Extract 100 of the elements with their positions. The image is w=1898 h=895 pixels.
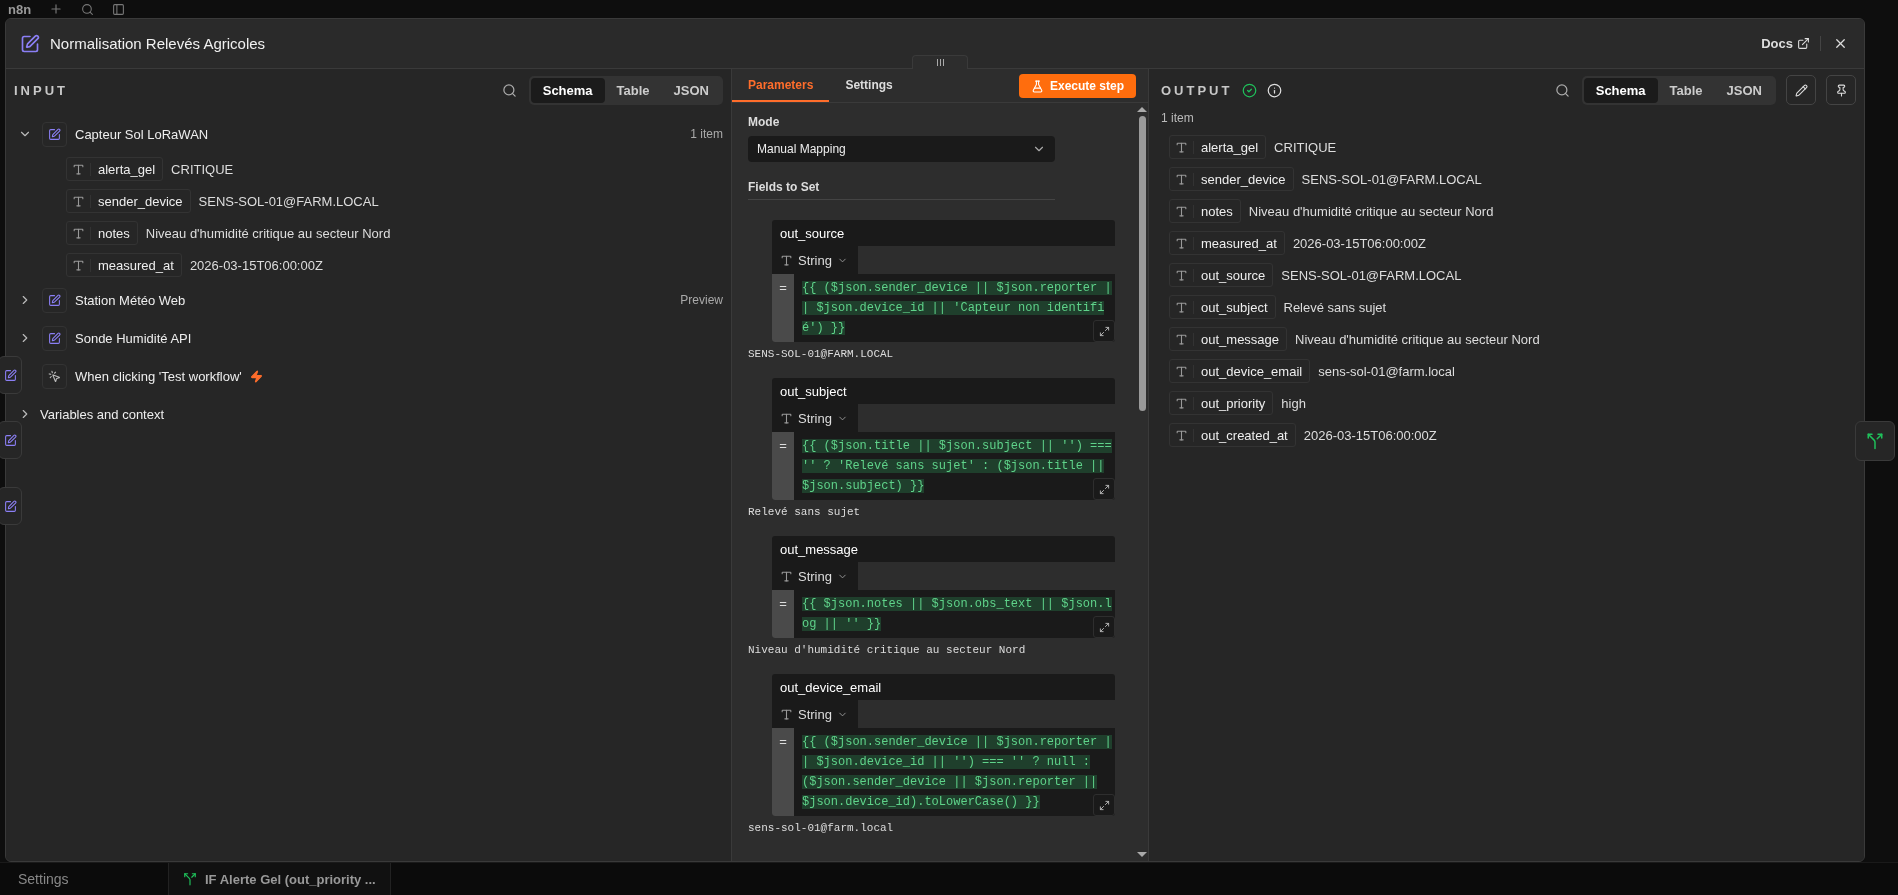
pointer-click-icon [48, 369, 61, 383]
field-name: out_priority [1200, 395, 1267, 411]
view-tab[interactable]: Schema [1583, 77, 1658, 103]
expand-icon [1098, 799, 1110, 811]
tab[interactable]: Settings [829, 69, 909, 102]
field-value: SENS-SOL-01@FARM.LOCAL [1281, 267, 1462, 283]
type-select[interactable]: String [772, 700, 858, 728]
node-button[interactable] [0, 421, 22, 459]
text-type-icon [1175, 204, 1188, 218]
dialog-title: Normalisation Relevés Agricoles [50, 35, 267, 52]
text-type-icon [1175, 172, 1188, 186]
node-name[interactable]: Capteur Sol LoRaWAN [75, 126, 209, 142]
view-tab[interactable]: JSON [661, 77, 721, 103]
field-value: SENS-SOL-01@FARM.LOCAL [1301, 171, 1482, 187]
section-label[interactable]: Variables and context [40, 406, 165, 422]
expression-result: Relevé sans sujet [748, 506, 862, 518]
expression-field[interactable]: = {{ ($json.sender_device || $json.reporter || $json.device_id || 'Capteur non identifié') }} [772, 274, 1115, 342]
expression-field[interactable]: = {{ $json.notes || $json.obs_text || $json.log || '' }} [772, 590, 1115, 638]
field-name: sender_device [97, 193, 184, 209]
expand-button[interactable] [1093, 320, 1115, 342]
name-field[interactable]: out_device_email [772, 674, 1115, 700]
view-tab[interactable]: Table [604, 77, 662, 103]
edit-icon [3, 368, 17, 382]
text-type-icon [780, 707, 793, 721]
edit-icon [3, 433, 17, 447]
panel-label: OUTPUT [1161, 82, 1233, 98]
expand-icon [1098, 325, 1110, 337]
branch-icon [1866, 432, 1884, 450]
expand-button[interactable] [1093, 616, 1115, 638]
type-select[interactable]: String [772, 404, 858, 432]
node-button[interactable] [0, 356, 22, 394]
type-select[interactable]: String [772, 246, 858, 274]
field-value: CRITIQUE [171, 161, 234, 177]
node-name[interactable]: When clicking 'Test workflow' [75, 368, 242, 384]
text-type-icon [780, 411, 793, 425]
name-field[interactable]: out_message [772, 536, 1115, 562]
field-value: CRITIQUE [1274, 139, 1337, 155]
expression-prefix: = [772, 590, 794, 638]
text-type-icon [72, 226, 85, 240]
app-logo[interactable]: n8n [8, 1, 32, 17]
node-name[interactable]: Station Météo Web [75, 292, 186, 308]
view-tab[interactable]: Schema [530, 77, 605, 103]
field-name: sender_device [1200, 171, 1287, 187]
view-tab[interactable]: Table [1657, 77, 1715, 103]
tab[interactable]: Parameters [732, 69, 830, 102]
expression-field[interactable]: = {{ ($json.sender_device || $json.reporter || $json.device_id || '') === '' ? null : ($json.sender_device || $json.reporter || $json.device_id).toLowerCase() }} [772, 728, 1115, 816]
view-tab[interactable]: JSON [1714, 77, 1774, 103]
section-heading: Fields to Set [748, 180, 1055, 200]
edit-button[interactable] [1786, 75, 1816, 105]
branch-icon [183, 872, 197, 886]
info-icon[interactable] [1267, 82, 1283, 98]
docs-link[interactable]: Docs [1761, 36, 1821, 51]
field-value: 2026-03-15T06:00:00Z [189, 257, 323, 273]
panel-icon[interactable] [112, 2, 126, 16]
text-type-icon [1175, 396, 1188, 410]
field-value: high [1281, 395, 1306, 411]
node-name[interactable]: Sonde Humidité API [75, 330, 192, 346]
edit-icon [48, 127, 61, 141]
pencil-icon [1794, 83, 1808, 97]
field-label: Mode [748, 115, 781, 129]
name-field[interactable]: out_subject [772, 378, 1115, 404]
expression-result: sens-sol-01@farm.local [748, 822, 895, 834]
node-button[interactable] [1855, 421, 1895, 461]
expression-field[interactable]: = {{ ($json.title || $json.subject || '') === '' ? 'Relevé sans sujet' : ($json.title || $json.subject) }} [772, 432, 1115, 500]
search-icon[interactable] [81, 2, 95, 16]
field-name: out_created_at [1200, 427, 1289, 443]
field-value: Niveau d'humidité critique au secteur Nord [1248, 203, 1494, 219]
field-name: alerta_gel [97, 161, 157, 177]
search-icon [501, 82, 517, 98]
drag-handle[interactable] [912, 55, 968, 69]
expand-icon [1098, 483, 1110, 495]
field-name: notes [1200, 203, 1234, 219]
expand-icon [1098, 621, 1110, 633]
search-icon [1554, 82, 1570, 98]
expand-button[interactable] [1093, 794, 1115, 816]
text-type-icon [1175, 332, 1188, 346]
field-value: SENS-SOL-01@FARM.LOCAL [198, 193, 379, 209]
pin-button[interactable] [1826, 75, 1856, 105]
name-field[interactable]: out_source [772, 220, 1115, 246]
node-status-label: Preview [680, 293, 723, 307]
field-name: out_source [1200, 267, 1267, 283]
settings-link[interactable]: Settings [18, 871, 168, 887]
field-name: notes [97, 225, 131, 241]
close-icon [1833, 36, 1848, 51]
mode-select[interactable]: Manual Mapping [748, 136, 1055, 162]
edit-icon [3, 499, 17, 513]
external-link-icon [1797, 37, 1810, 50]
expression-result: Niveau d'humidité critique au secteur Nord [748, 644, 1027, 656]
expand-button[interactable] [1093, 478, 1115, 500]
type-select[interactable]: String [772, 562, 858, 590]
text-type-icon [1175, 428, 1188, 442]
edit-icon [20, 33, 40, 54]
expression-prefix: = [772, 274, 794, 342]
node-button[interactable] [0, 487, 22, 525]
node-tab[interactable]: IF Alerte Gel (out_priority ... [168, 863, 391, 895]
field-value: 2026-03-15T06:00:00Z [1292, 235, 1426, 251]
text-type-icon [780, 253, 793, 267]
lightning-icon [249, 369, 263, 383]
field-value: 2026-03-15T06:00:00Z [1303, 427, 1437, 443]
item-count: 1 item [1160, 111, 1195, 127]
